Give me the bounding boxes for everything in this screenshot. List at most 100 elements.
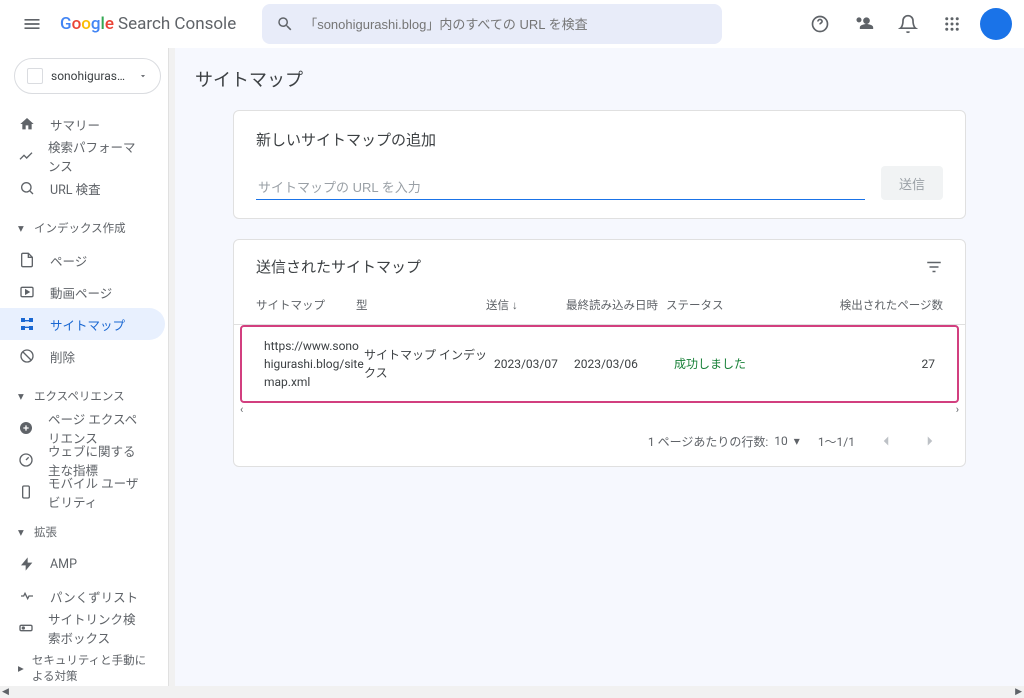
next-page-button[interactable] (917, 428, 943, 454)
col-type[interactable]: 型 (356, 297, 486, 313)
pagination: 1 ページあたりの行数: 10 ▾ 1～1/1 (234, 416, 965, 466)
nav-label: サマリー (50, 115, 100, 134)
filter-icon (925, 258, 943, 276)
search-icon (18, 180, 36, 196)
card-title: 新しいサイトマップの追加 (256, 129, 943, 150)
apps-button[interactable] (932, 4, 972, 44)
col-status[interactable]: ステータス (666, 297, 766, 313)
plus-circle-icon (18, 420, 34, 436)
gauge-icon (18, 452, 34, 468)
home-icon (18, 116, 36, 132)
section-label: エクスペリエンス (34, 388, 125, 404)
product-name: Search Console (118, 14, 236, 34)
submit-button[interactable]: 送信 (881, 166, 943, 200)
section-label: インデックス作成 (34, 220, 126, 236)
nav-performance[interactable]: 検索パフォーマンス (0, 140, 165, 172)
page-title: サイトマップ (175, 48, 1024, 110)
nav-sitemaps[interactable]: サイトマップ (0, 308, 165, 340)
nav-label: ページ (50, 251, 87, 270)
chevron-down-icon: ▾ (18, 389, 28, 403)
nav-pages[interactable]: ページ (0, 244, 165, 276)
nav-label: パンくずリスト (50, 587, 138, 606)
nav-mobile-usability[interactable]: モバイル ユーザビリティ (0, 476, 165, 508)
users-button[interactable] (844, 4, 884, 44)
nav-core-web-vitals[interactable]: ウェブに関する主な指標 (0, 444, 165, 476)
window-scrollbar[interactable]: ◀▶ (0, 686, 1024, 698)
search-icon (276, 15, 294, 33)
card-title: 送信されたサイトマップ (256, 256, 421, 277)
rows-label: 1 ページあたりの行数: (648, 433, 768, 450)
page-range: 1～1/1 (818, 433, 855, 450)
prev-page-button[interactable] (873, 428, 899, 454)
property-favicon (27, 68, 43, 84)
users-icon (854, 14, 874, 34)
notifications-button[interactable] (888, 4, 928, 44)
nav-section-security[interactable]: ▸ セキュリティと手動による対策 (0, 652, 175, 684)
nav-sitelinks[interactable]: サイトリンク検索ボックス (0, 612, 165, 644)
chevron-right-icon: ▸ (18, 661, 26, 675)
search-input[interactable] (304, 17, 708, 32)
col-sitemap[interactable]: サイトマップ (256, 297, 356, 313)
logo: Google Search Console (60, 14, 236, 34)
nav-removals[interactable]: 削除 (0, 340, 165, 372)
nav-section-enhancements[interactable]: ▾ 拡張 (0, 516, 175, 548)
sitemap-url-input[interactable] (256, 176, 865, 200)
sort-desc-icon: ↓ (512, 298, 518, 312)
cell-pages: 27 (774, 355, 935, 373)
help-icon (810, 14, 830, 34)
breadcrumb-icon (18, 588, 36, 604)
nav-page-experience[interactable]: ページ エクスペリエンス (0, 412, 165, 444)
nav-label: AMP (50, 557, 77, 572)
table-row[interactable]: https://www.sonohigurashi.blog/sitemap.x… (242, 327, 957, 401)
col-sent[interactable]: 送信↓ (486, 297, 566, 313)
sidebar: sonohigurashi.blog サマリー 検索パフォーマンス URL 検査… (0, 48, 175, 698)
nav-section-experience[interactable]: ▾ エクスペリエンス (0, 380, 175, 412)
chevron-right-icon (921, 432, 939, 450)
page-icon (18, 252, 36, 268)
chevron-down-icon: ▾ (18, 525, 28, 539)
dropdown-icon (138, 71, 148, 81)
nav-video-pages[interactable]: 動画ページ (0, 276, 165, 308)
nav-summary[interactable]: サマリー (0, 108, 165, 140)
cell-type: サイトマップ インデックス (364, 346, 494, 382)
menu-button[interactable] (12, 4, 52, 44)
filter-button[interactable] (925, 258, 943, 276)
nav-amp[interactable]: AMP (0, 548, 165, 580)
nav-label: サイトリンク検索ボックス (48, 609, 147, 647)
nav-label: 動画ページ (50, 283, 112, 302)
block-icon (18, 348, 36, 364)
cell-last-read: 2023/03/06 (574, 355, 674, 373)
chevron-down-icon: ▾ (18, 221, 28, 235)
add-sitemap-card: 新しいサイトマップの追加 送信 (233, 110, 966, 219)
property-name: sonohigurashi.blog (51, 69, 130, 83)
h-scrollbar[interactable]: ‹› (234, 403, 965, 416)
bolt-icon (18, 556, 36, 572)
nav-url-inspect[interactable]: URL 検査 (0, 172, 165, 204)
chart-icon (18, 148, 34, 164)
video-icon (18, 284, 36, 300)
nav-label: 検索パフォーマンス (48, 137, 147, 175)
section-label: セキュリティと手動による対策 (32, 652, 157, 684)
help-button[interactable] (800, 4, 840, 44)
search-bar[interactable] (262, 4, 722, 44)
cell-status: 成功しました (674, 355, 774, 373)
cell-sitemap: https://www.sonohigurashi.blog/sitemap.x… (264, 337, 364, 391)
property-selector[interactable]: sonohigurashi.blog (14, 58, 161, 94)
nav-label: 削除 (50, 347, 75, 366)
chevron-left-icon (877, 432, 895, 450)
google-logo: Google (60, 14, 114, 34)
avatar[interactable] (980, 8, 1012, 40)
col-pages[interactable]: 検出されたページ数 (766, 297, 943, 313)
mobile-icon (18, 484, 34, 500)
nav-label: モバイル ユーザビリティ (48, 473, 147, 511)
section-label: 拡張 (34, 524, 57, 540)
submitted-sitemaps-card: 送信されたサイトマップ サイトマップ 型 送信↓ 最終読み込み日時 ステータス … (233, 239, 966, 467)
table-header-row: サイトマップ 型 送信↓ 最終読み込み日時 ステータス 検出されたページ数 (234, 285, 965, 325)
nav-section-indexing[interactable]: ▾ インデックス作成 (0, 212, 175, 244)
dropdown-icon[interactable]: ▾ (794, 434, 800, 448)
col-last-read[interactable]: 最終読み込み日時 (566, 297, 666, 313)
nav-label: サイトマップ (50, 315, 125, 334)
rows-value[interactable]: 10 (774, 434, 788, 448)
nav-breadcrumbs[interactable]: パンくずリスト (0, 580, 165, 612)
main-content: サイトマップ 新しいサイトマップの追加 送信 送信されたサイトマップ (175, 48, 1024, 698)
